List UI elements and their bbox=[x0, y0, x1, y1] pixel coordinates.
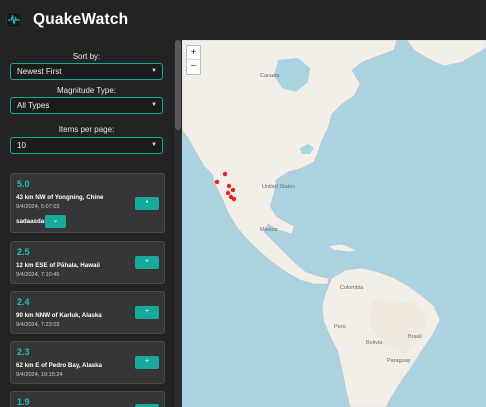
quake-marker[interactable] bbox=[231, 196, 237, 202]
map-label-mexico: México bbox=[260, 227, 278, 233]
scrollbar-thumb[interactable] bbox=[175, 40, 181, 130]
magnitude-type-label: Magnitude Type: bbox=[56, 86, 116, 95]
seismograph-icon bbox=[6, 12, 22, 28]
quake-time: 9/4/2024, 7:23:03 bbox=[16, 322, 60, 328]
quake-extra-text: sadaasdas bbox=[16, 218, 48, 225]
quake-magnitude: 2.4 bbox=[17, 297, 30, 307]
map[interactable]: + − Canada United States México Colombia… bbox=[182, 40, 486, 407]
quake-marker[interactable] bbox=[225, 190, 231, 196]
view-details-button[interactable]: • bbox=[135, 197, 159, 210]
edit-button[interactable]: ⌄ bbox=[45, 215, 66, 228]
items-per-page-label: Items per page: bbox=[58, 125, 115, 134]
map-label-peru: Perú bbox=[334, 324, 346, 330]
quake-place: 90 km NNW of Karluk, Alaska bbox=[16, 312, 102, 319]
quake-marker[interactable] bbox=[230, 187, 236, 193]
zoom-control: + − bbox=[186, 45, 201, 75]
quake-marker[interactable] bbox=[226, 183, 232, 189]
quake-magnitude: 2.5 bbox=[17, 247, 30, 257]
magnitude-type-select[interactable]: All Types ▼ bbox=[10, 97, 163, 114]
quake-card[interactable]: 2.3 62 km E of Pedro Bay, Alaska 9/4/202… bbox=[10, 341, 165, 384]
map-label-us: United States bbox=[262, 184, 296, 190]
zoom-in-button[interactable]: + bbox=[187, 46, 200, 60]
view-details-button[interactable]: + bbox=[135, 256, 159, 269]
quake-magnitude: 2.3 bbox=[17, 347, 30, 357]
quake-card[interactable]: 2.4 90 km NNW of Karluk, Alaska 9/4/2024… bbox=[10, 291, 165, 334]
quake-time: 9/4/2024, 7:10:45 bbox=[16, 272, 60, 278]
sort-label: Sort by: bbox=[72, 52, 101, 61]
quake-place: 62 km E of Pedro Bay, Alaska bbox=[16, 362, 102, 369]
quake-time: 9/4/2024, 10:15:24 bbox=[16, 372, 63, 378]
chevron-down-icon: ▼ bbox=[151, 142, 157, 148]
magnitude-type-value: All Types bbox=[17, 101, 50, 110]
chevron-down-icon: ▼ bbox=[151, 68, 157, 74]
chevron-down-icon: ▼ bbox=[151, 102, 157, 108]
sort-value: Newest First bbox=[17, 67, 62, 76]
app-header: QuakeWatch bbox=[0, 0, 486, 40]
map-label-canada: Canada bbox=[260, 73, 280, 79]
quake-place: 12 km ESE of Pāhala, Hawaii bbox=[16, 262, 100, 269]
quake-magnitude: 1.9 bbox=[17, 397, 30, 407]
items-per-page-select[interactable]: 10 ▼ bbox=[10, 137, 163, 154]
quake-place: 43 km NW of Yongning, Chine bbox=[16, 194, 104, 201]
quake-time: 9/4/2024, 5:07:03 bbox=[16, 204, 60, 210]
quake-magnitude: 5.0 bbox=[17, 179, 30, 189]
quake-card[interactable]: 5.0 43 km NW of Yongning, Chine 9/4/2024… bbox=[10, 173, 165, 233]
quake-card[interactable]: 2.5 12 km ESE of Pāhala, Hawaii 9/4/2024… bbox=[10, 241, 165, 284]
map-label-colombia: Colombia bbox=[340, 285, 364, 291]
view-details-button[interactable]: + bbox=[135, 306, 159, 319]
sort-select[interactable]: Newest First ▼ bbox=[10, 63, 163, 80]
quake-markers-layer bbox=[214, 171, 237, 202]
quake-card[interactable]: 1.9 + bbox=[10, 391, 165, 407]
sidebar: Sort by: Newest First ▼ Magnitude Type: … bbox=[0, 40, 173, 407]
quake-marker[interactable] bbox=[222, 171, 228, 177]
items-per-page-value: 10 bbox=[17, 141, 26, 150]
map-label-brasil: Brasil bbox=[408, 334, 422, 340]
sidebar-scrollbar[interactable] bbox=[174, 40, 182, 407]
map-label-paraguay: Paraguay bbox=[387, 358, 411, 364]
quake-marker[interactable] bbox=[214, 179, 220, 185]
map-label-bolivia: Bolivia bbox=[366, 340, 383, 346]
view-details-button[interactable]: + bbox=[135, 356, 159, 369]
app-title: QuakeWatch bbox=[33, 11, 129, 28]
zoom-out-button[interactable]: − bbox=[187, 60, 200, 74]
